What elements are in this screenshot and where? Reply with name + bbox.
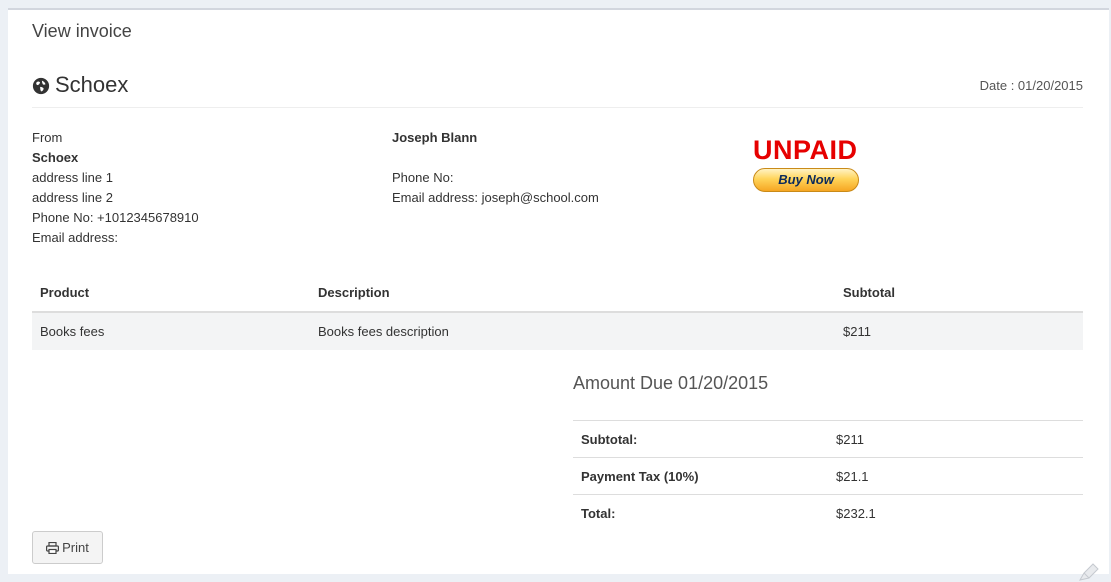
to-spacer: [392, 148, 599, 168]
item-product: Books fees: [32, 312, 310, 350]
totals-row-subtotal: Subtotal: $211: [573, 420, 1083, 458]
table-row: Books fees Books fees description $211: [32, 312, 1083, 350]
to-email: Email address: joseph@school.com: [392, 190, 599, 205]
totals-row-tax: Payment Tax (10%) $21.1: [573, 457, 1083, 495]
from-email: Email address:: [32, 230, 118, 245]
invoice-header: Schoex Date : 01/20/2015: [32, 72, 1083, 108]
item-subtotal: $211: [835, 312, 1083, 350]
column-header-subtotal: Subtotal: [835, 274, 1083, 313]
from-address-line-1: address line 1: [32, 170, 113, 185]
from-address-line-2: address line 2: [32, 190, 113, 205]
subtotal-label: Subtotal:: [573, 420, 828, 458]
invoice-box: View invoice Schoex Date : 01/20/2015 Fr…: [8, 8, 1109, 574]
tax-value: $21.1: [828, 457, 1083, 495]
globe-icon: [32, 77, 50, 95]
payment-status: UNPAID Buy Now: [753, 134, 859, 192]
to-phone: Phone No:: [392, 170, 454, 185]
column-header-description: Description: [310, 274, 835, 313]
box-title: View invoice: [32, 21, 132, 41]
from-phone: Phone No: +1012345678910: [32, 210, 199, 225]
print-icon: [46, 541, 60, 555]
to-name: Joseph Blann: [392, 130, 478, 145]
invoice-items-table: Product Description Subtotal Books fees …: [32, 274, 1083, 350]
unpaid-status-label: UNPAID: [753, 135, 858, 165]
print-button[interactable]: Print: [32, 531, 103, 564]
invoice-date: Date : 01/20/2015: [979, 78, 1083, 93]
total-label: Total:: [573, 494, 828, 531]
amount-due-heading: Amount Due 01/20/2015: [573, 373, 769, 393]
tax-label: Payment Tax (10%): [573, 457, 828, 495]
from-name: Schoex: [32, 150, 79, 165]
item-description: Books fees description: [310, 312, 835, 350]
pencil-icon[interactable]: [1078, 562, 1100, 582]
totals-table: Subtotal: $211 Payment Tax (10%) $21.1 T…: [573, 420, 1083, 531]
total-value: $232.1: [828, 494, 1083, 531]
from-address: From Schoex address line 1 address line …: [32, 128, 199, 248]
subtotal-value: $211: [828, 420, 1083, 458]
from-label: From: [32, 130, 63, 145]
buy-now-button[interactable]: Buy Now: [753, 168, 859, 192]
column-header-product: Product: [32, 274, 310, 313]
totals-row-total: Total: $232.1: [573, 494, 1083, 531]
print-button-label: Print: [62, 540, 89, 555]
table-header-row: Product Description Subtotal: [32, 274, 1083, 313]
company-name: Schoex: [55, 72, 129, 97]
to-address: Joseph Blann Phone No: Email address: jo…: [392, 128, 599, 208]
